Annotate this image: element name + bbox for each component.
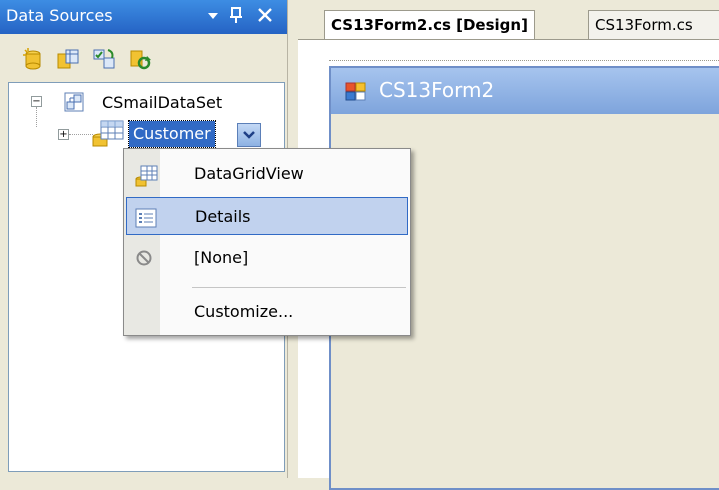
- menu-item-details[interactable]: Details: [126, 197, 408, 235]
- dataset-icon: [64, 92, 84, 116]
- menu-item-label: [None]: [194, 248, 249, 267]
- design-grid-border: [329, 60, 719, 61]
- menu-item-label: DataGridView: [194, 164, 304, 183]
- form-title: CS13Form2: [379, 78, 495, 102]
- menu-item-label: Customize...: [194, 302, 294, 321]
- form-titlebar: CS13Form2: [331, 68, 719, 114]
- tree-node-customer[interactable]: Customer: [128, 120, 216, 148]
- menu-item-datagridview[interactable]: DataGridView: [126, 155, 408, 193]
- menu-item-label: Details: [195, 207, 251, 226]
- dropdown-arrow-icon[interactable]: [206, 5, 220, 30]
- none-icon: [134, 248, 154, 268]
- table-icon: [91, 119, 125, 153]
- chevron-down-icon[interactable]: [237, 123, 261, 147]
- tree-connector: [36, 107, 37, 127]
- configure-dataset-icon[interactable]: [92, 48, 115, 70]
- form-icon: [345, 82, 367, 106]
- tab-cs13form2-design[interactable]: CS13Form2.cs [Design]: [324, 10, 535, 39]
- context-menu: DataGridView Details [None] Customize...: [123, 148, 411, 336]
- tree-connector: [69, 134, 93, 135]
- data-sources-titlebar: Data Sources: [0, 0, 287, 34]
- data-sources-toolbar: [0, 34, 287, 80]
- menu-item-none[interactable]: [None]: [126, 239, 408, 277]
- refresh-icon[interactable]: [128, 48, 151, 70]
- expand-toggle[interactable]: +: [58, 129, 69, 140]
- close-icon[interactable]: [257, 5, 273, 30]
- tab-cs13form[interactable]: CS13Form.cs: [588, 10, 719, 39]
- details-icon: [135, 207, 157, 228]
- datagridview-icon: [134, 164, 158, 187]
- tree-node-dataset[interactable]: CSmailDataSet: [102, 93, 222, 112]
- menu-item-customize[interactable]: Customize...: [126, 293, 408, 331]
- add-new-data-source-icon[interactable]: [22, 48, 44, 70]
- document-tab-strip: CS13Form2.cs [Design] CS13Form.cs: [298, 0, 719, 40]
- pin-icon[interactable]: [229, 5, 243, 30]
- panel-title: Data Sources: [6, 6, 113, 25]
- collapse-toggle[interactable]: −: [31, 96, 42, 107]
- menu-separator: [192, 287, 406, 288]
- edit-dataset-with-designer-icon[interactable]: [56, 48, 79, 70]
